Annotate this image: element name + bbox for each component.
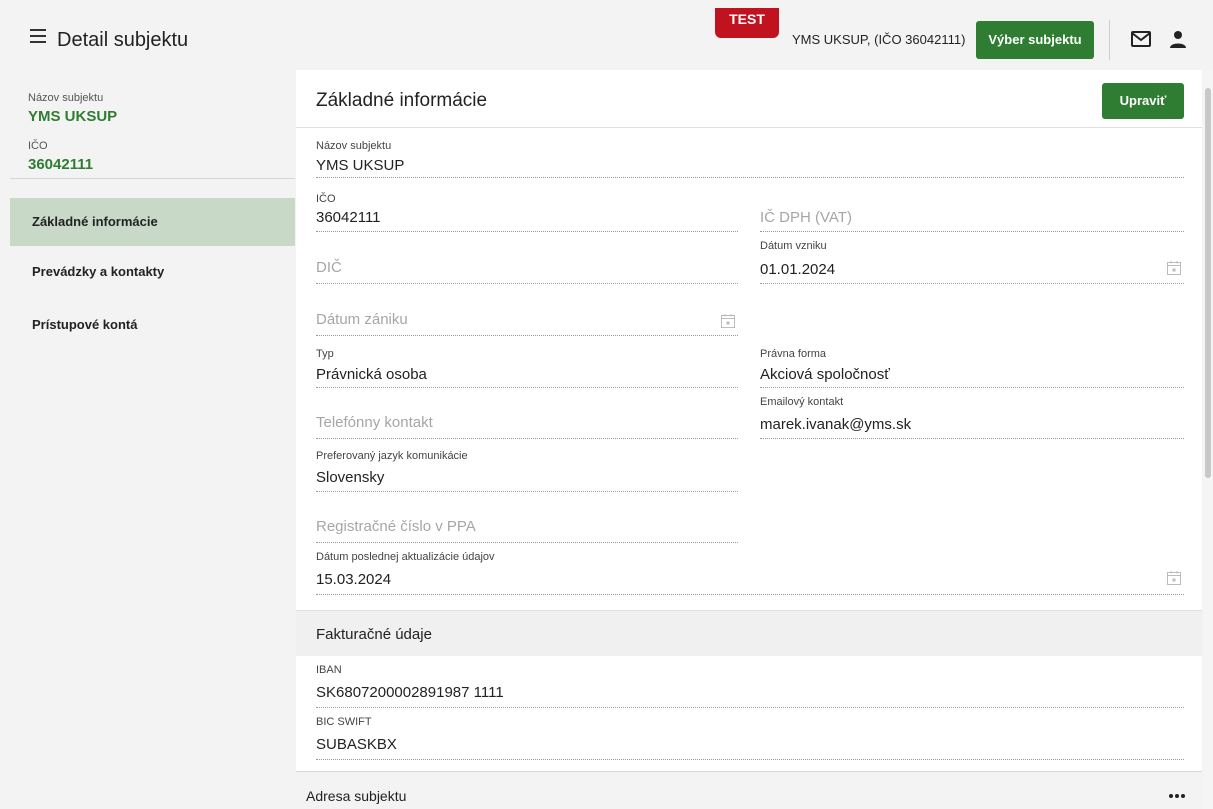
field-phone[interactable]: Telefónny kontakt bbox=[316, 411, 738, 439]
field-value: SK6807200002891987 1111 bbox=[316, 684, 504, 701]
field-label: Názov subjektu bbox=[316, 140, 392, 152]
hamburger-menu-icon[interactable] bbox=[30, 29, 46, 43]
section-title: Adresa subjektu bbox=[306, 788, 407, 804]
field-placeholder: Telefónny kontakt bbox=[316, 414, 433, 431]
field-legal-form[interactable]: Právna forma Akciová spoločnosť bbox=[760, 348, 1184, 388]
field-label: IBAN bbox=[316, 664, 342, 676]
field-vat[interactable]: IČ DPH (VAT) bbox=[760, 193, 1184, 232]
field-iban[interactable]: IBAN SK6807200002891987 1111 bbox=[316, 664, 1184, 708]
sidebar-name-value: YMS UKSUP bbox=[28, 108, 118, 125]
field-date-ended[interactable]: Dátum zániku bbox=[316, 308, 738, 336]
address-section-header[interactable]: Adresa subjektu bbox=[296, 771, 1202, 809]
page-title: Detail subjektu bbox=[57, 29, 189, 51]
field-date-created[interactable]: Dátum vzniku 01.01.2024 bbox=[760, 240, 1184, 284]
field-placeholder: DIČ bbox=[316, 259, 342, 276]
calendar-icon[interactable] bbox=[1166, 570, 1182, 586]
panel-header: Základné informácie Upraviť bbox=[296, 70, 1202, 128]
field-value: Akciová spoločnosť bbox=[760, 366, 890, 383]
field-value: YMS UKSUP bbox=[316, 157, 405, 174]
top-bar: Detail subjektu TEST YMS UKSUP, (IČO 360… bbox=[0, 0, 1213, 70]
field-label: Dátum vzniku bbox=[760, 240, 827, 252]
more-options-icon[interactable] bbox=[1168, 793, 1186, 799]
sidebar-item-access-accounts[interactable]: Prístupové kontá bbox=[10, 301, 295, 349]
sidebar-name-label: Názov subjektu bbox=[28, 92, 104, 104]
select-subject-button[interactable]: Výber subjektu bbox=[976, 21, 1094, 59]
field-label: Typ bbox=[316, 348, 334, 360]
field-value: 36042111 bbox=[316, 209, 381, 226]
field-language[interactable]: Preferovaný jazyk komunikácie Slovensky bbox=[316, 450, 738, 492]
field-bic-swift[interactable]: BIC SWIFT SUBASKBX bbox=[316, 716, 1184, 760]
field-value: 01.01.2024 bbox=[760, 261, 836, 278]
mail-icon[interactable] bbox=[1131, 31, 1151, 47]
basic-info-panel: Základné informácie Upraviť Názov subjek… bbox=[296, 70, 1202, 809]
billing-section-header: Fakturačné údaje bbox=[296, 610, 1202, 656]
field-value: 15.03.2024 bbox=[316, 571, 392, 588]
calendar-icon[interactable] bbox=[1166, 260, 1182, 276]
field-label: Právna forma bbox=[760, 348, 827, 360]
field-label: Emailový kontakt bbox=[760, 396, 844, 408]
section-title: Fakturačné údaje bbox=[316, 626, 432, 643]
field-email[interactable]: Emailový kontakt marek.ivanak@yms.sk bbox=[760, 396, 1184, 439]
field-label: IČO bbox=[316, 193, 336, 205]
field-subject-name[interactable]: Názov subjektu YMS UKSUP bbox=[316, 140, 1184, 178]
sidebar-ico-label: IČO bbox=[28, 140, 48, 152]
sidebar: Názov subjektu YMS UKSUP IČO 36042111 Zá… bbox=[0, 70, 295, 809]
sidebar-item-basic-info[interactable]: Základné informácie bbox=[10, 198, 295, 246]
toolbar-divider bbox=[1109, 20, 1110, 60]
scrollbar[interactable] bbox=[1203, 70, 1213, 809]
field-label: BIC SWIFT bbox=[316, 716, 372, 728]
field-ppa-number[interactable]: Registračné číslo v PPA bbox=[316, 515, 738, 543]
field-ico[interactable]: IČO 36042111 bbox=[316, 193, 738, 232]
field-placeholder: Registračné číslo v PPA bbox=[316, 518, 476, 535]
calendar-icon[interactable] bbox=[720, 313, 736, 329]
field-last-update[interactable]: Dátum poslednej aktualizácie údajov 15.0… bbox=[316, 551, 1184, 595]
field-dic[interactable]: DIČ bbox=[316, 256, 738, 284]
sidebar-ico-value: 36042111 bbox=[28, 156, 94, 173]
field-label: Preferovaný jazyk komunikácie bbox=[316, 450, 468, 462]
field-value: SUBASKBX bbox=[316, 736, 397, 753]
field-placeholder: Dátum zániku bbox=[316, 311, 408, 328]
field-type[interactable]: Typ Právnická osoba bbox=[316, 348, 738, 388]
user-account-icon[interactable] bbox=[1168, 29, 1188, 49]
field-value: Právnická osoba bbox=[316, 366, 427, 383]
test-environment-badge: TEST bbox=[715, 8, 779, 38]
scrollbar-thumb[interactable] bbox=[1205, 88, 1211, 478]
field-placeholder: IČ DPH (VAT) bbox=[760, 209, 852, 226]
sidebar-divider bbox=[10, 178, 295, 179]
current-subject: YMS UKSUP, (IČO 36042111) bbox=[792, 32, 966, 47]
field-value: marek.ivanak@yms.sk bbox=[760, 416, 912, 433]
field-label: Dátum poslednej aktualizácie údajov bbox=[316, 551, 495, 563]
panel-title: Základné informácie bbox=[316, 90, 488, 111]
edit-button[interactable]: Upraviť bbox=[1102, 83, 1184, 119]
field-value: Slovensky bbox=[316, 469, 385, 486]
sidebar-item-premises-contacts[interactable]: Prevádzky a kontakty bbox=[10, 248, 295, 296]
